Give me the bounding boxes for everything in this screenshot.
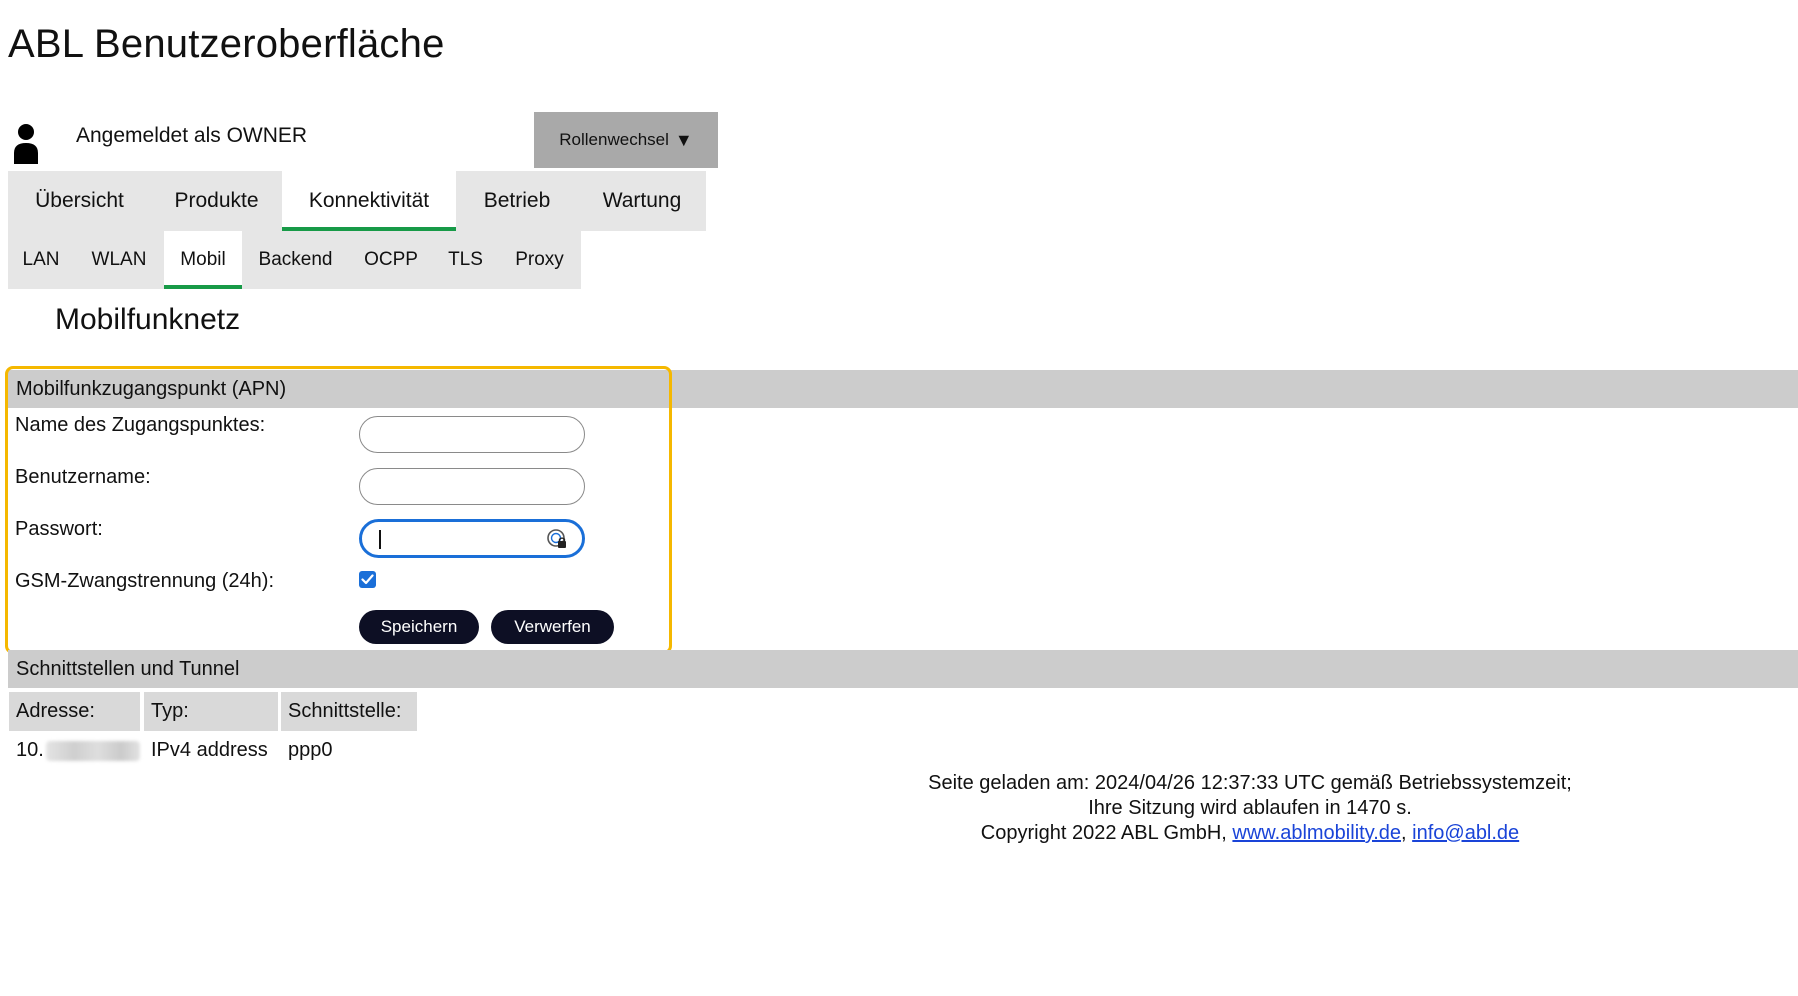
save-button[interactable]: Speichern bbox=[359, 610, 479, 644]
page-loaded-text: Seite geladen am: 2024/04/26 12:37:33 UT… bbox=[928, 772, 1572, 794]
subtab-wlan[interactable]: WLAN bbox=[74, 231, 164, 289]
password-label: Passwort: bbox=[15, 518, 103, 540]
user-icon bbox=[14, 124, 38, 164]
apn-name-input[interactable] bbox=[359, 416, 585, 453]
password-input[interactable] bbox=[372, 526, 536, 554]
username-input[interactable] bbox=[359, 468, 585, 505]
email-link[interactable]: info@abl.de bbox=[1412, 822, 1519, 844]
apn-section-header: Mobilfunkzugangspunkt (APN) bbox=[8, 370, 1798, 408]
user-bar: Angemeldet als OWNER Rollenwechsel ▼ bbox=[12, 112, 718, 168]
subtab-ocpp[interactable]: OCPP bbox=[349, 231, 433, 289]
password-field[interactable] bbox=[359, 519, 585, 558]
sub-nav: LAN WLAN Mobil Backend OCPP TLS Proxy bbox=[8, 231, 581, 289]
website-link[interactable]: www.ablmobility.de bbox=[1232, 822, 1401, 844]
subtab-backend[interactable]: Backend bbox=[242, 231, 349, 289]
caret-down-icon: ▼ bbox=[674, 129, 693, 150]
subtab-lan[interactable]: LAN bbox=[8, 231, 74, 289]
main-nav: Übersicht Produkte Konnektivität Betrieb… bbox=[8, 171, 706, 231]
subtab-tls[interactable]: TLS bbox=[433, 231, 498, 289]
tab-produkte[interactable]: Produkte bbox=[151, 171, 282, 231]
discard-button[interactable]: Verwerfen bbox=[491, 610, 614, 644]
logged-in-label: Angemeldet als OWNER bbox=[76, 124, 308, 147]
tab-uebersicht[interactable]: Übersicht bbox=[8, 171, 151, 231]
redacted-address bbox=[45, 740, 140, 761]
session-timeout-text: Ihre Sitzung wird ablaufen in 1470 s. bbox=[1088, 797, 1412, 819]
subtab-proxy[interactable]: Proxy bbox=[498, 231, 581, 289]
text-cursor bbox=[379, 530, 381, 549]
username-label: Benutzername: bbox=[15, 466, 151, 488]
apn-name-label: Name des Zugangspunktes: bbox=[15, 414, 266, 436]
column-header-type: Typ: bbox=[144, 692, 278, 731]
gsm-disconnect-checkbox[interactable] bbox=[359, 571, 376, 588]
check-icon bbox=[361, 574, 374, 585]
app-title: ABL Benutzeroberfläche bbox=[8, 22, 445, 66]
tab-betrieb[interactable]: Betrieb bbox=[456, 171, 578, 231]
copyright-text: Copyright 2022 ABL GmbH, bbox=[980, 822, 1233, 844]
address-prefix: 10. bbox=[16, 739, 44, 761]
role-switch-button[interactable]: Rollenwechsel ▼ bbox=[534, 112, 718, 168]
password-manager-key-icon[interactable] bbox=[546, 528, 568, 550]
tab-konnektivitaet[interactable]: Konnektivität bbox=[282, 171, 456, 231]
page: ABL Benutzeroberfläche Angemeldet als OW… bbox=[0, 0, 1798, 996]
address-cell: 10. bbox=[16, 739, 140, 762]
tab-wartung[interactable]: Wartung bbox=[578, 171, 706, 231]
page-heading: Mobilfunknetz bbox=[55, 303, 241, 336]
role-switch-label: Rollenwechsel bbox=[559, 130, 669, 149]
type-cell: IPv4 address bbox=[151, 739, 268, 761]
gsm-disconnect-label: GSM-Zwangstrennung (24h): bbox=[15, 570, 275, 592]
column-header-address: Adresse: bbox=[9, 692, 140, 731]
column-header-interface: Schnittstelle: bbox=[281, 692, 417, 731]
footer: Seite geladen am: 2024/04/26 12:37:33 UT… bbox=[880, 771, 1620, 846]
interface-cell: ppp0 bbox=[288, 739, 333, 761]
link-separator: , bbox=[1401, 822, 1413, 844]
interfaces-section-header: Schnittstellen und Tunnel bbox=[8, 650, 1798, 688]
subtab-mobil[interactable]: Mobil bbox=[164, 231, 242, 289]
copyright-line: Copyright 2022 ABL GmbH, www.ablmobility… bbox=[880, 821, 1620, 846]
